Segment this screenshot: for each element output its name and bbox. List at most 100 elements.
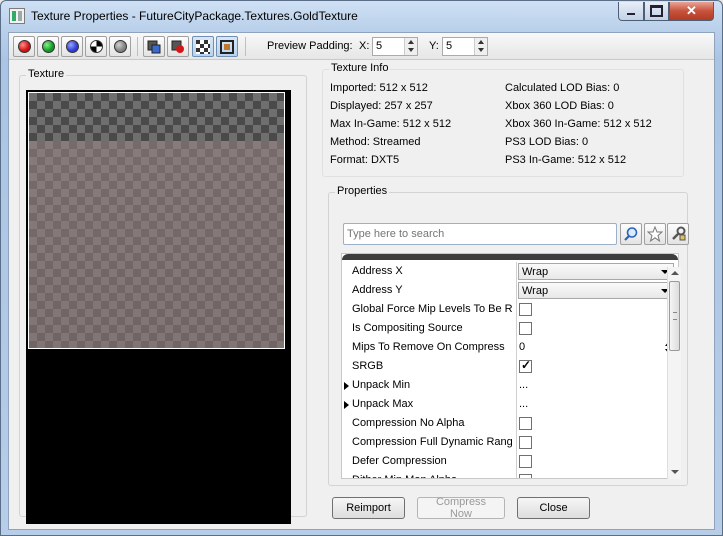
property-row[interactable]: Global Force Mip Levels To Be Resident — [342, 300, 678, 319]
property-row[interactable]: Defer Compression — [342, 452, 678, 471]
spinner-arrows-icon[interactable] — [404, 38, 417, 55]
wrench-icon — [672, 226, 686, 241]
dropdown-value: Wrap — [522, 266, 549, 278]
property-name: Dither Mip Map Alpha — [352, 474, 512, 478]
column-divider[interactable] — [516, 395, 517, 414]
column-divider[interactable] — [516, 357, 517, 376]
column-divider[interactable] — [516, 338, 517, 357]
column-divider[interactable] — [516, 300, 517, 319]
close-window-button[interactable]: ✕ — [669, 2, 714, 21]
column-divider[interactable] — [516, 414, 517, 433]
blue-channel-icon — [65, 40, 79, 53]
padding-x-label: X: — [359, 40, 370, 52]
padding-y-value: 5 — [446, 40, 453, 52]
scroll-thumb[interactable] — [669, 281, 680, 351]
border-toggle[interactable] — [216, 36, 238, 57]
property-checkbox[interactable] — [519, 417, 532, 430]
scroll-up-icon[interactable] — [671, 271, 679, 275]
info-ps3-in-game: PS3 In-Game: 512 x 512 — [505, 154, 627, 166]
padding-x-spinner[interactable]: 5 — [372, 37, 418, 56]
search-button[interactable] — [620, 223, 642, 245]
minimize-button[interactable] — [618, 2, 644, 21]
info-displayed: Displayed: 257 x 257 — [330, 100, 433, 112]
favorites-button[interactable] — [644, 223, 666, 245]
search-input[interactable] — [345, 225, 615, 243]
scroll-down-icon[interactable] — [671, 470, 679, 474]
close-button[interactable]: Close — [517, 497, 590, 519]
property-name: Address X — [352, 265, 403, 277]
property-row[interactable]: Address X Wrap — [342, 262, 678, 281]
property-row[interactable]: Compression No Alpha — [342, 414, 678, 433]
spinner-arrows-icon[interactable] — [474, 38, 487, 55]
property-number-value[interactable]: 0 — [519, 341, 525, 353]
column-divider[interactable] — [516, 471, 517, 478]
property-checkbox[interactable] — [519, 358, 532, 373]
property-dropdown[interactable]: Wrap — [518, 282, 674, 299]
green-channel-button[interactable] — [37, 36, 59, 57]
texture-info-label: Texture Info — [329, 62, 391, 74]
property-row[interactable]: Unpack Min... — [342, 376, 678, 395]
property-row[interactable]: Dither Mip Map Alpha — [342, 471, 678, 478]
checkerboard-icon — [196, 39, 210, 54]
padding-y-spinner[interactable]: 5 — [442, 37, 488, 56]
info-format: Format: DXT5 — [330, 154, 400, 166]
compress-now-button[interactable]: Compress Now — [417, 496, 505, 520]
column-divider[interactable] — [516, 452, 517, 471]
column-divider[interactable] — [516, 262, 517, 281]
property-dropdown[interactable]: Wrap — [518, 263, 674, 280]
property-row[interactable]: Unpack Max... — [342, 395, 678, 414]
property-checkbox[interactable] — [519, 474, 532, 478]
property-row[interactable]: Mips To Remove On Compress 0 — [342, 338, 678, 357]
property-grid-header — [342, 254, 678, 260]
property-checkbox[interactable] — [519, 455, 532, 468]
red-channel-icon — [17, 40, 31, 53]
desaturate-button[interactable] — [109, 36, 131, 57]
texture-preview[interactable] — [26, 90, 291, 524]
title-bar[interactable]: Texture Properties - FutureCityPackage.T… — [1, 1, 722, 31]
star-icon — [647, 226, 663, 242]
expand-arrow-icon[interactable] — [344, 382, 349, 390]
column-divider[interactable] — [516, 281, 517, 300]
property-row[interactable]: Is Compositing Source — [342, 319, 678, 338]
view-mip-button[interactable] — [143, 36, 165, 57]
column-divider[interactable] — [516, 433, 517, 452]
expand-arrow-icon[interactable] — [344, 401, 349, 409]
info-method: Method: Streamed — [330, 136, 421, 148]
property-checkbox[interactable] — [519, 303, 532, 316]
maximize-button[interactable] — [644, 2, 669, 21]
property-row[interactable]: Compression Full Dynamic Range — [342, 433, 678, 452]
search-icon — [624, 227, 638, 241]
search-box[interactable] — [343, 223, 617, 245]
red-channel-button[interactable] — [13, 36, 35, 57]
property-name: SRGB — [352, 360, 384, 372]
property-checkbox[interactable] — [519, 322, 532, 335]
column-divider[interactable] — [516, 376, 517, 395]
property-scrollbar[interactable] — [667, 267, 681, 479]
property-row[interactable]: SRGB — [342, 357, 678, 376]
toolbar-separator — [137, 37, 138, 56]
blue-channel-button[interactable] — [61, 36, 83, 57]
texture-info-group: Texture Info Imported: 512 x 512 Display… — [322, 62, 684, 177]
app-icon — [9, 8, 25, 24]
checkerboard-toggle[interactable] — [192, 36, 214, 57]
preview-padding-label: Preview Padding: — [267, 40, 353, 52]
view-alpha-icon — [171, 40, 184, 53]
border-icon — [220, 39, 234, 54]
dropdown-value: Wrap — [522, 285, 549, 297]
property-struct-value: ... — [519, 379, 529, 391]
view-alpha-button[interactable] — [167, 36, 189, 57]
property-name: Unpack Max — [352, 398, 414, 410]
property-struct-value: ... — [519, 398, 529, 410]
properties-group: Properties Address X Wrap Address Y Wrap Glo… — [328, 185, 689, 486]
info-xbox-lod-bias: Xbox 360 LOD Bias: 0 — [505, 100, 614, 112]
column-divider[interactable] — [516, 319, 517, 338]
info-calculated-lod-bias: Calculated LOD Bias: 0 — [505, 82, 620, 94]
property-row[interactable]: Address Y Wrap — [342, 281, 678, 300]
toolbar: Preview Padding: X: 5 Y: 5 — [9, 33, 714, 60]
dialog-body: Preview Padding: X: 5 Y: 5 Texture Textu… — [8, 32, 715, 530]
alpha-channel-button[interactable] — [85, 36, 107, 57]
reimport-button[interactable]: Reimport — [332, 497, 405, 519]
settings-button[interactable] — [667, 223, 689, 245]
info-ps3-lod-bias: PS3 LOD Bias: 0 — [505, 136, 589, 148]
property-checkbox[interactable] — [519, 436, 532, 449]
